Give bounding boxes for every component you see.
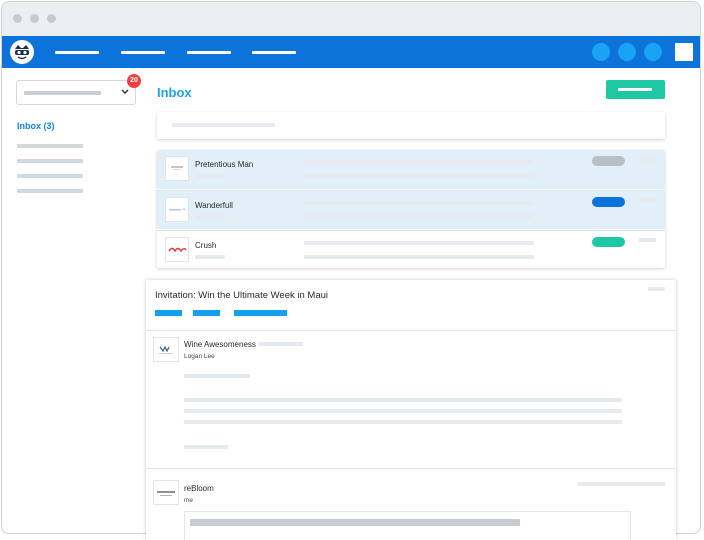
search-placeholder (172, 123, 275, 127)
sidebar-item[interactable] (17, 174, 83, 178)
chevron-down-icon (121, 87, 129, 97)
sidebar-item[interactable] (17, 159, 83, 163)
email-address (259, 342, 303, 346)
reader-tab[interactable] (193, 310, 220, 316)
email-recipient: Logan Lee (184, 353, 215, 360)
divider (146, 330, 676, 331)
profile-button[interactable] (675, 43, 693, 61)
sidebar-item-inbox[interactable]: Inbox (3) (17, 121, 55, 131)
close-dot[interactable] (13, 14, 22, 23)
message-preview (304, 255, 534, 259)
email-body-line (184, 445, 228, 449)
minimize-dot[interactable] (30, 14, 39, 23)
message-sender: Pretentious Man (195, 160, 254, 169)
message-preview (304, 160, 534, 164)
message-preview (304, 215, 534, 219)
mascot-logo-icon[interactable] (10, 40, 34, 64)
search-input[interactable] (157, 112, 665, 139)
email-sender: Wine Awesomeness (184, 340, 256, 349)
reader-tab[interactable] (234, 310, 287, 316)
email-sender: reBloom (184, 484, 214, 493)
compose-button[interactable] (606, 80, 665, 99)
quoted-line (190, 519, 520, 526)
email-date (578, 482, 665, 486)
circle-button[interactable] (592, 43, 610, 61)
sidebar-item[interactable] (17, 144, 83, 148)
folder-select[interactable] (16, 80, 136, 105)
nav-item[interactable] (252, 51, 296, 54)
message-preview (304, 174, 534, 178)
email-recipient: me (184, 497, 194, 504)
unread-badge: 20 (127, 74, 141, 88)
message-meta (195, 215, 225, 219)
sender-logo (165, 156, 189, 181)
folder-select-value (24, 91, 101, 95)
sender-logo (165, 197, 189, 222)
nav-item[interactable] (187, 51, 231, 54)
message-list: Pretentious Man Wanderfull Crush (157, 150, 665, 268)
page-title: Inbox (157, 85, 192, 100)
sender-avatar (153, 480, 179, 505)
sender-logo (165, 237, 189, 262)
message-date (639, 198, 656, 202)
sender-avatar (153, 337, 179, 362)
quoted-content (184, 511, 631, 540)
message-row[interactable]: Pretentious Man (157, 150, 665, 189)
circle-button[interactable] (644, 43, 662, 61)
sidebar-item[interactable] (17, 189, 83, 193)
reader-date (648, 287, 665, 291)
window-titlebar (2, 2, 700, 36)
message-tag (592, 197, 625, 207)
email-body-line (184, 398, 622, 402)
nav-item[interactable] (55, 51, 99, 54)
divider (146, 468, 676, 469)
message-tag (592, 156, 625, 166)
message-row[interactable]: Wanderfull (157, 190, 665, 229)
nav-item[interactable] (121, 51, 165, 54)
message-date (639, 157, 656, 161)
message-reader: Invitation: Win the Ultimate Week in Mau… (146, 280, 676, 540)
message-preview (304, 241, 534, 245)
message-meta (195, 174, 225, 178)
message-row[interactable]: Crush (157, 230, 665, 268)
app-header (2, 36, 700, 68)
reader-tab[interactable] (155, 310, 182, 316)
message-sender: Crush (195, 241, 217, 250)
message-subject: Invitation: Win the Ultimate Week in Mau… (155, 290, 329, 301)
message-tag (592, 237, 625, 247)
message-sender: Wanderfull (195, 201, 233, 210)
email-body-line (184, 409, 622, 413)
circle-button[interactable] (618, 43, 636, 61)
message-meta (195, 255, 225, 259)
message-date (639, 238, 656, 242)
email-body-line (184, 374, 250, 378)
email-body-line (184, 420, 622, 424)
maximize-dot[interactable] (47, 14, 56, 23)
message-preview (304, 201, 534, 205)
